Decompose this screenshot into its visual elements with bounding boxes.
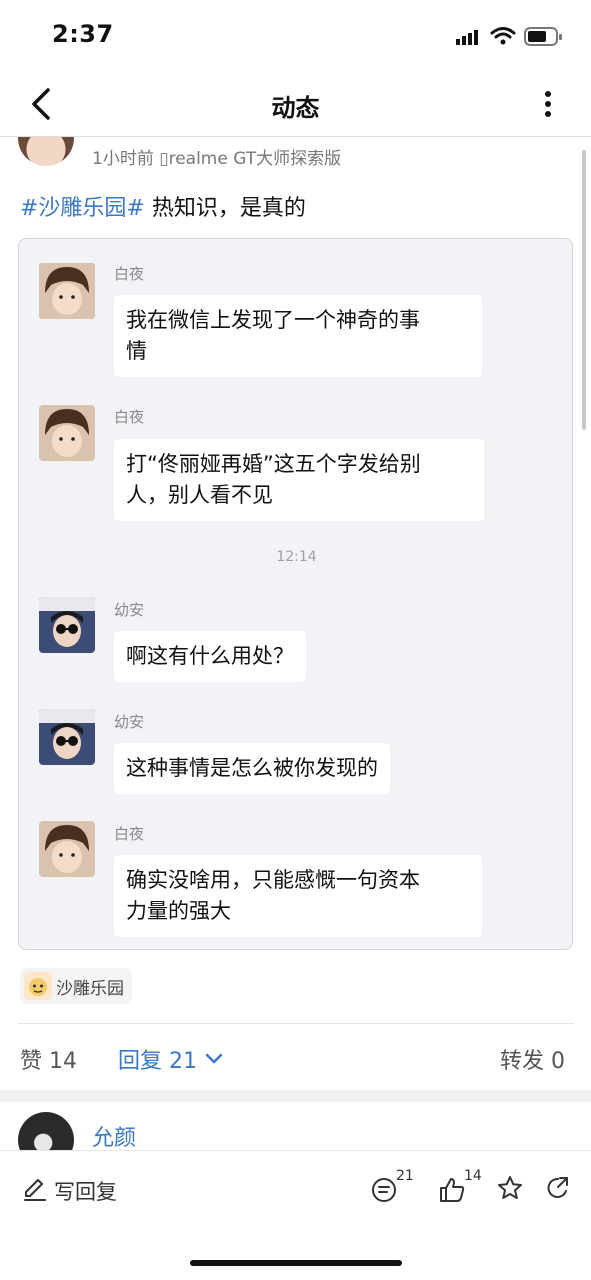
like-count: 14: [464, 1168, 482, 1184]
sender-name: 白夜: [114, 265, 145, 283]
sender-name: 白夜: [114, 408, 145, 426]
more-options-button[interactable]: [536, 88, 560, 122]
post-meta: 1小时前 ▯realme GT大师探索版: [92, 149, 342, 169]
write-reply-label[interactable]: 写回复: [54, 1176, 117, 1206]
chat-screenshot[interactable]: 白夜 我在微信上发现了一个神奇的事 情 白夜 打“佟丽娅再婚”这五个字发给别 人…: [18, 238, 573, 950]
commenter-avatar[interactable]: [18, 1112, 74, 1150]
share-button[interactable]: [544, 1174, 574, 1204]
comment-count: 21: [396, 1168, 414, 1184]
thumbs-up-icon: [440, 1178, 465, 1202]
replies-count: 回复 21: [118, 1049, 197, 1074]
message-bubble: 确实没啥用，只能感慨一句资本 力量的强大: [114, 855, 482, 937]
avatar: [39, 405, 95, 461]
status-time: 2:37: [52, 20, 114, 48]
divider: [18, 1023, 574, 1024]
share-icon: [547, 1177, 568, 1198]
topic-avatar-icon: [24, 972, 52, 1000]
avatar: [39, 597, 95, 653]
favorite-button[interactable]: [496, 1174, 526, 1204]
more-vertical-icon: [545, 91, 551, 117]
topic-chip[interactable]: 沙雕乐园: [20, 968, 132, 1004]
reposts-count[interactable]: 转发 0: [500, 1043, 565, 1075]
avatar: [39, 821, 95, 877]
message-bubble: 啊这有什么用处？: [114, 631, 306, 682]
message-bubble: 我在微信上发现了一个神奇的事 情: [114, 295, 482, 377]
pencil-icon: [24, 1179, 46, 1201]
sender-name: 幼安: [114, 601, 145, 619]
commenter-name[interactable]: 允颜: [92, 1120, 136, 1152]
avatar: [39, 263, 95, 319]
likes-count[interactable]: 赞 14: [20, 1043, 77, 1075]
like-button[interactable]: 14: [436, 1168, 488, 1208]
sender-name: 白夜: [114, 825, 145, 843]
message-bubble: 打“佟丽娅再婚”这五个字发给别 人，别人看不见: [114, 439, 484, 521]
scrollbar[interactable]: [582, 150, 586, 430]
post-text: #沙雕乐园# 热知识，是真的: [20, 190, 306, 222]
battery-icon: [524, 26, 564, 48]
star-icon: [498, 1176, 522, 1199]
chat-timestamp: 12:14: [276, 549, 317, 565]
hashtag-link[interactable]: #沙雕乐园#: [20, 196, 145, 221]
sender-name: 幼安: [114, 713, 145, 731]
avatar: [39, 709, 95, 765]
wifi-icon: [490, 26, 516, 46]
home-indicator[interactable]: [190, 1260, 402, 1266]
nav-divider: [0, 136, 591, 137]
cellular-signal-icon: [456, 28, 482, 46]
chevron-down-icon: [205, 1053, 223, 1064]
comment-icon: [372, 1178, 396, 1202]
post-body: 热知识，是真的: [144, 196, 306, 221]
topic-chip-label: 沙雕乐园: [56, 978, 124, 999]
message-bubble: 这种事情是怎么被你发现的: [114, 743, 390, 794]
comment-button[interactable]: 21: [368, 1168, 420, 1208]
page-title: 动态: [271, 94, 320, 122]
replies-toggle[interactable]: 回复 21: [118, 1043, 223, 1075]
section-gap: [0, 1090, 591, 1102]
